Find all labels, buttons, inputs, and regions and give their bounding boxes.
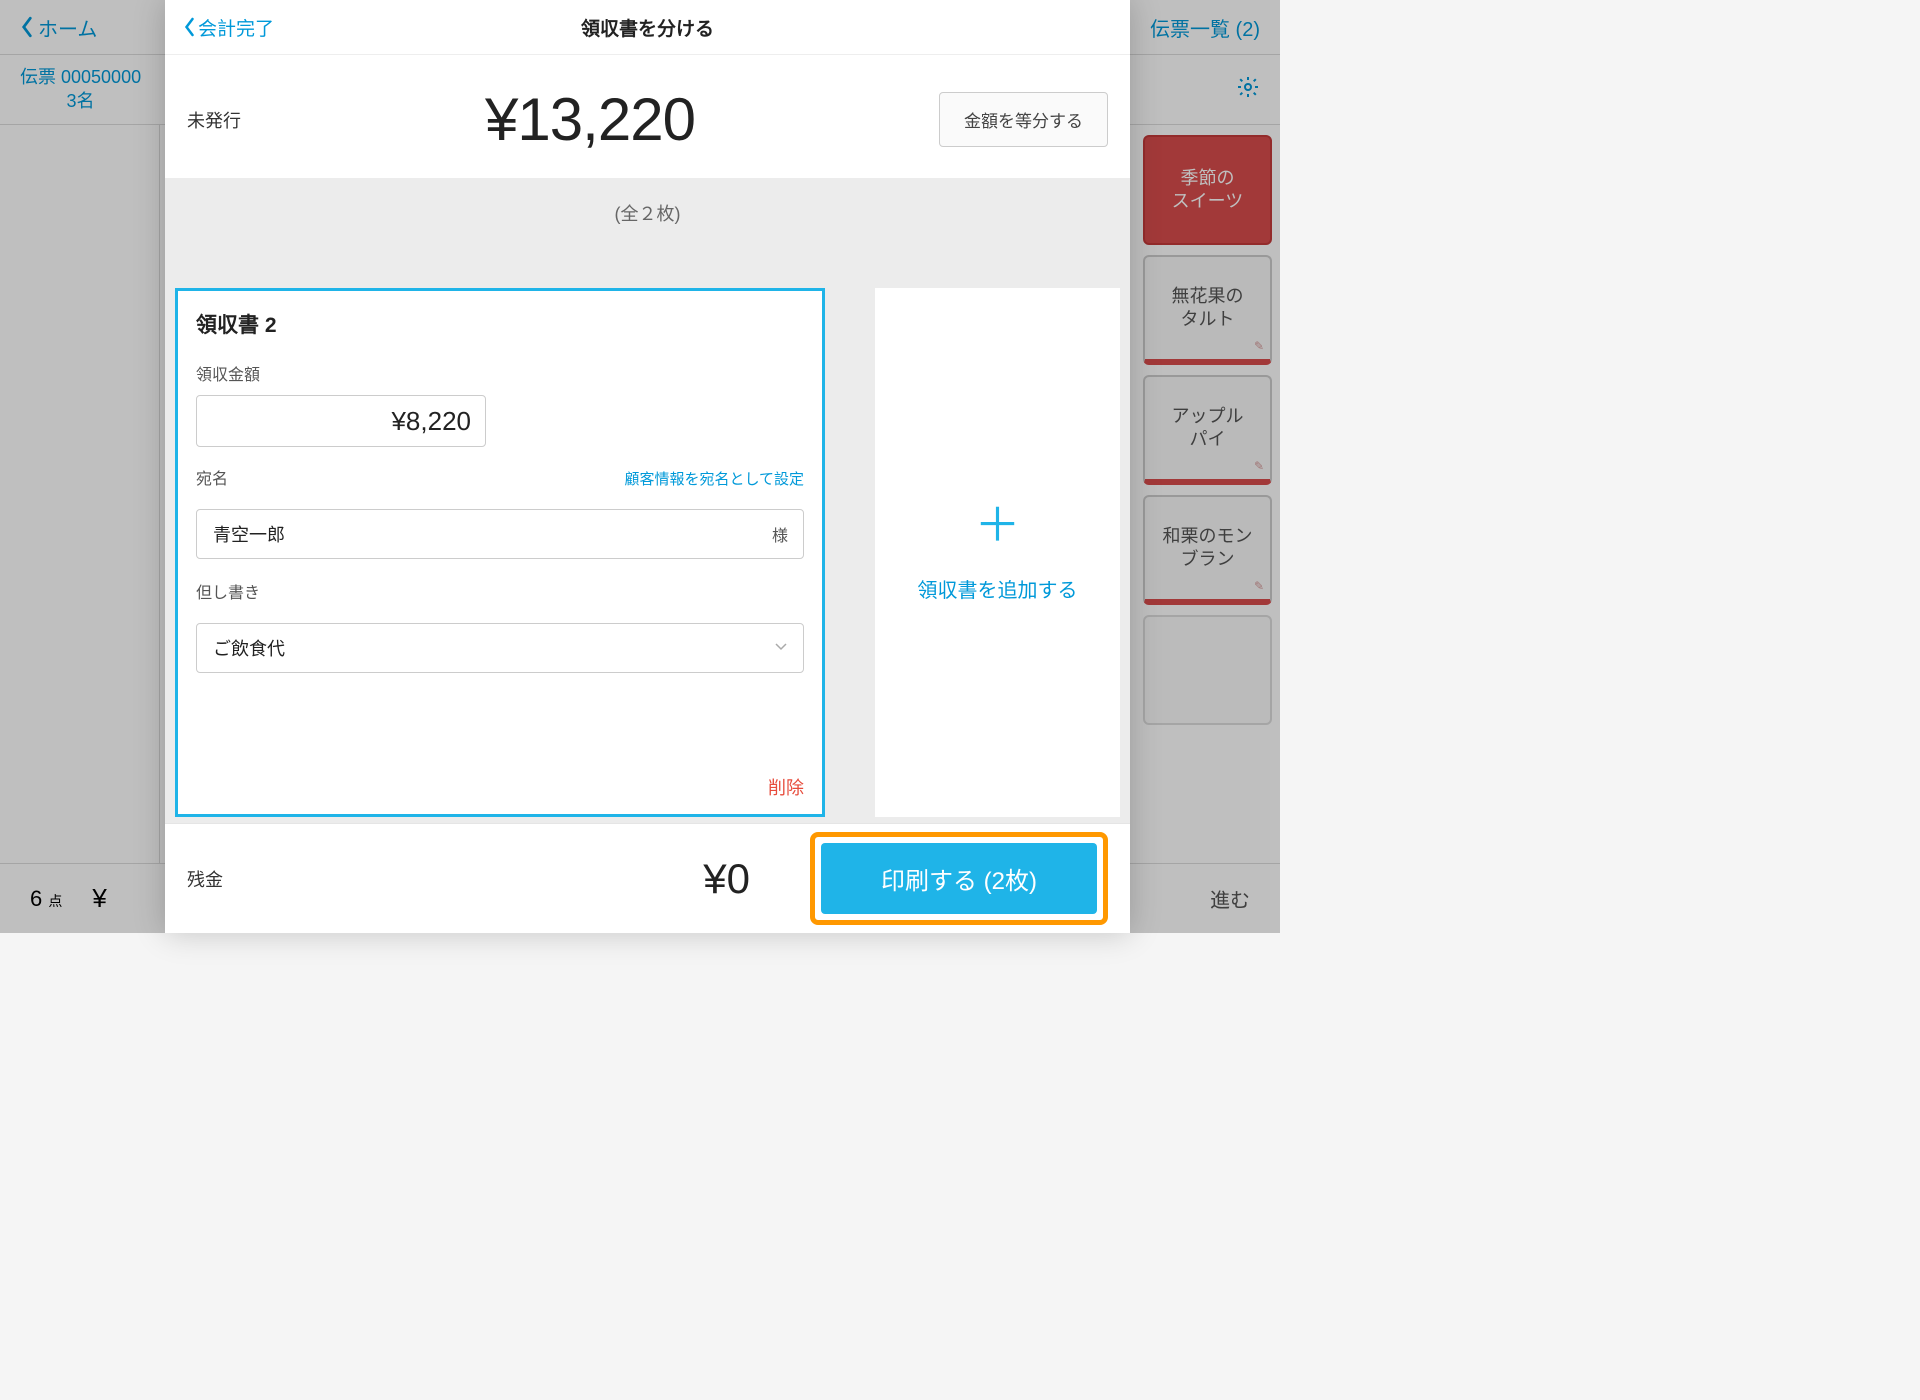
back-label: 会計完了: [198, 14, 274, 41]
issue-status: 未発行: [187, 107, 241, 133]
name-suffix: 様: [772, 522, 788, 546]
note-label: 但し書き: [196, 579, 804, 603]
receipt-card: 領収書 2 領収金額 宛名 顧客情報を宛名として設定 様 但し書き ご飲食代: [175, 288, 825, 817]
receipt-card-title: 領収書 2: [196, 309, 804, 339]
remaining-label: 残金: [187, 866, 223, 892]
note-select[interactable]: ご飲食代: [196, 623, 804, 673]
print-button-highlight: 印刷する (2枚): [810, 832, 1108, 925]
split-receipt-modal: 会計完了 領収書を分ける 未発行 ¥13,220 金額を等分する (全２枚) 領…: [165, 0, 1130, 933]
add-receipt-card[interactable]: ＋ 領収書を追加する: [875, 288, 1120, 817]
modal-footer: 残金 ¥0 印刷する (2枚): [165, 823, 1130, 933]
note-value: ご飲食代: [213, 635, 285, 661]
receipt-count: (全２枚): [165, 178, 1130, 248]
plus-icon: ＋: [975, 502, 1021, 548]
print-button[interactable]: 印刷する (2枚): [821, 843, 1097, 914]
total-amount: ¥13,220: [485, 85, 695, 154]
add-receipt-label: 領収書を追加する: [918, 574, 1078, 603]
chevron-down-icon: [774, 639, 788, 657]
amount-label: 領収金額: [196, 361, 804, 385]
modal-body: 領収書 2 領収金額 宛名 顧客情報を宛名として設定 様 但し書き ご飲食代: [165, 248, 1130, 823]
back-button[interactable]: 会計完了: [183, 14, 274, 41]
modal-title: 領収書を分ける: [581, 14, 714, 41]
summary-row: 未発行 ¥13,220 金額を等分する: [165, 55, 1130, 178]
use-customer-info-link[interactable]: 顧客情報を宛名として設定: [624, 468, 804, 489]
recipient-name-input[interactable]: [196, 509, 804, 559]
remaining-amount: ¥0: [703, 855, 750, 903]
amount-input[interactable]: [196, 395, 486, 447]
delete-receipt-link[interactable]: 削除: [196, 744, 804, 800]
chevron-left-icon: [183, 17, 196, 37]
split-evenly-button[interactable]: 金額を等分する: [939, 92, 1108, 147]
name-label: 宛名: [196, 465, 228, 489]
modal-header: 会計完了 領収書を分ける: [165, 0, 1130, 55]
